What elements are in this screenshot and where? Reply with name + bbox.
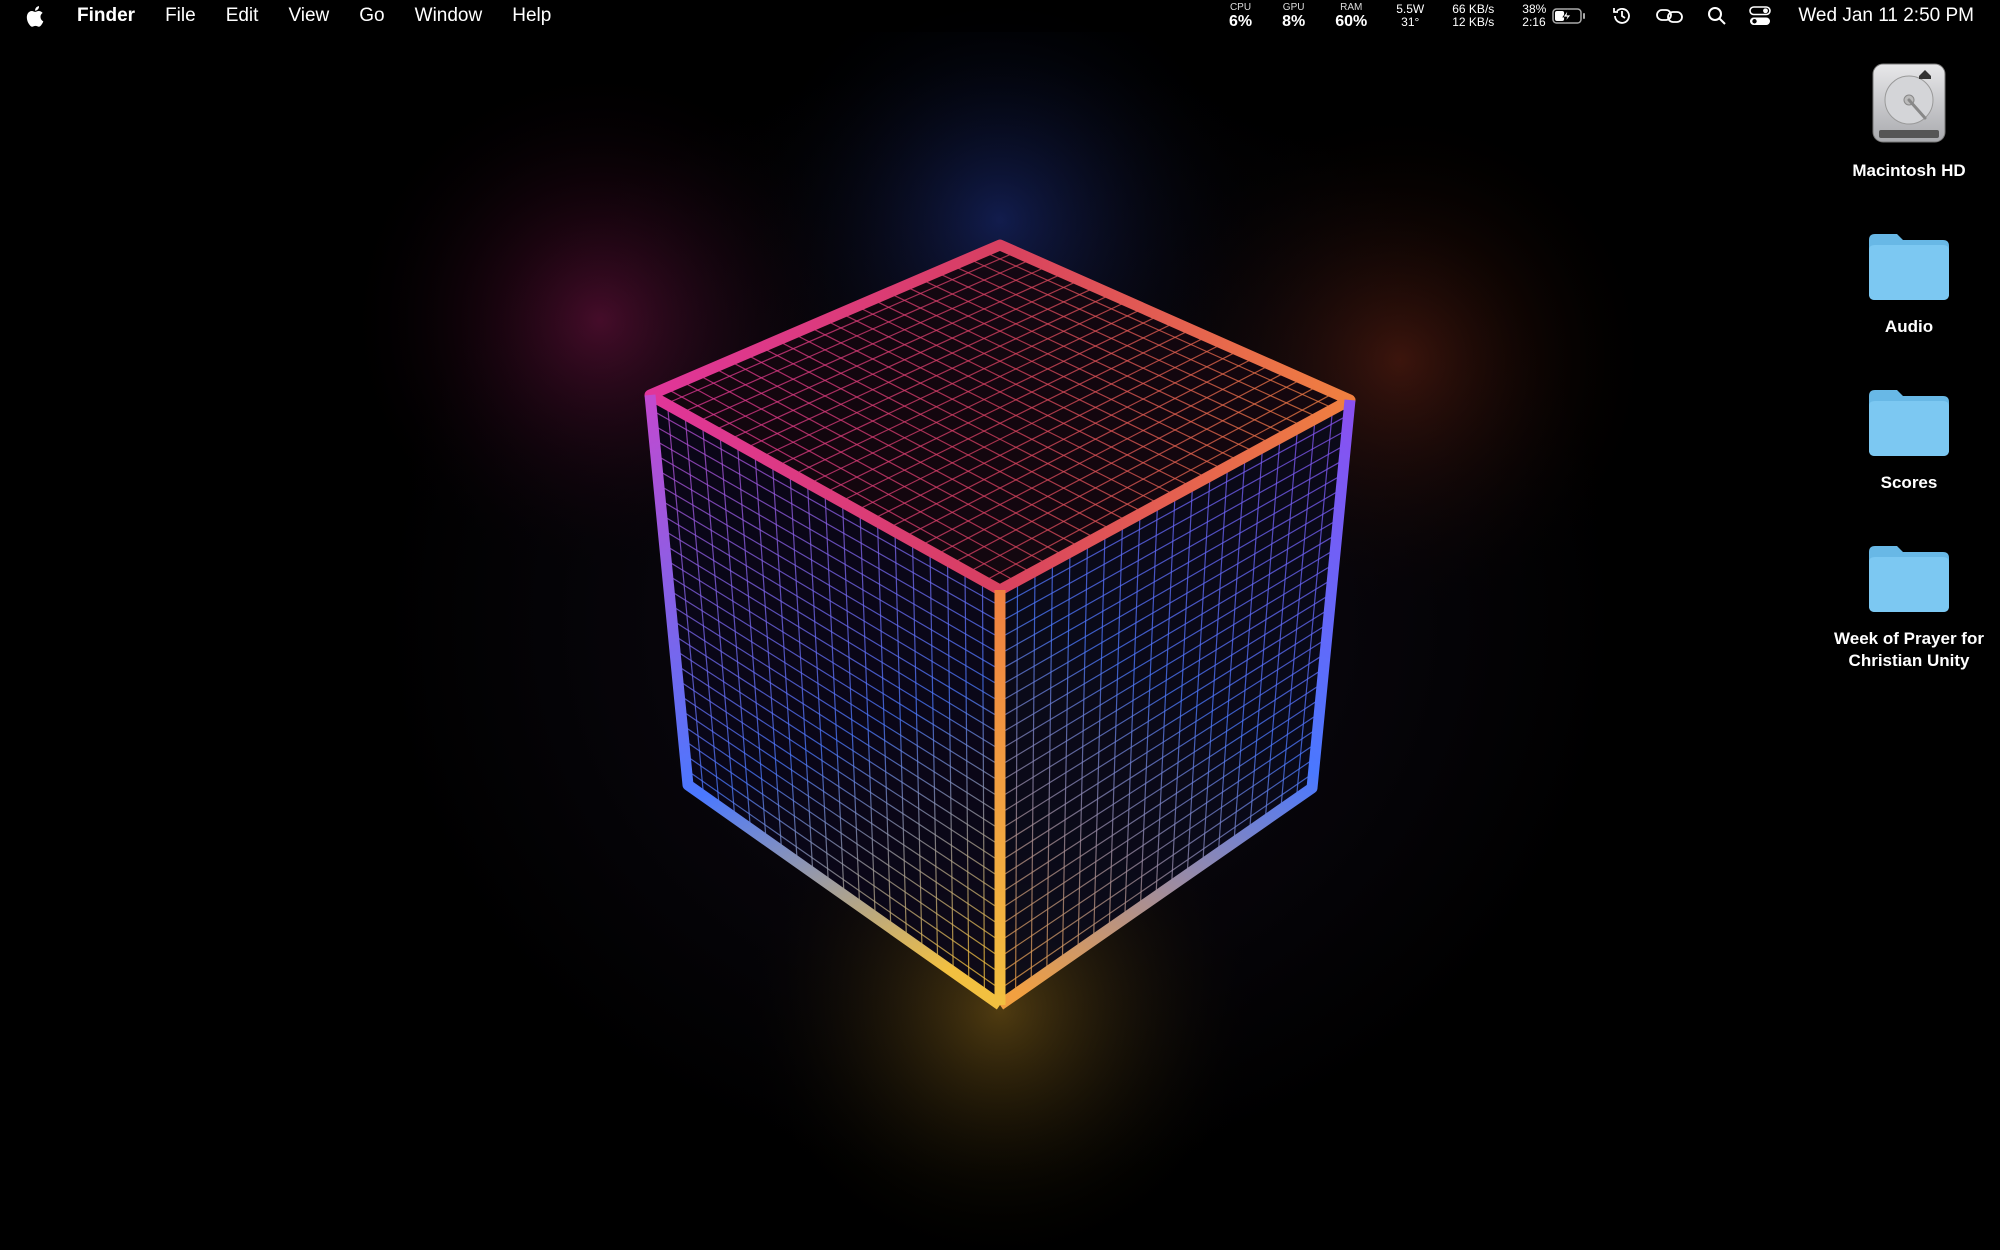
ram-value: 60% — [1335, 12, 1368, 30]
battery-charging-icon — [1552, 8, 1586, 24]
desktop: Finder File Edit View Go Window Help CPU… — [0, 0, 2000, 1250]
wallpaper-cube — [0, 0, 2000, 1250]
desktop-item-week-of-prayer[interactable]: Week of Prayer for Christian Unity — [1819, 514, 1999, 672]
folder-icon — [1869, 546, 1949, 612]
ram-stat[interactable]: RAM 60% — [1335, 1, 1368, 30]
battery-time: 2:16 — [1522, 15, 1546, 29]
menu-bar-left: Finder File Edit View Go Window Help — [0, 0, 566, 32]
network-up: 12 KB/s — [1452, 15, 1495, 29]
network-stat[interactable]: 66 KB/s 12 KB/s — [1452, 3, 1494, 28]
menu-go[interactable]: Go — [344, 0, 399, 32]
menu-bar-right: CPU 6% GPU 8% RAM 60% 5.5W 31° 66 KB/s 1… — [1214, 0, 2000, 32]
spotlight-search-icon[interactable] — [1707, 6, 1727, 26]
gpu-stat[interactable]: GPU 8% — [1282, 1, 1306, 30]
menu-window[interactable]: Window — [400, 0, 498, 32]
cpu-stat[interactable]: CPU 6% — [1228, 1, 1253, 30]
menu-view[interactable]: View — [273, 0, 344, 32]
desktop-item-audio[interactable]: Audio — [1819, 202, 1999, 338]
gpu-label: GPU — [1282, 1, 1305, 13]
desktop-item-label: Macintosh HD — [1852, 161, 1966, 180]
screen-mirroring-icon[interactable] — [1655, 5, 1685, 27]
menu-help[interactable]: Help — [497, 0, 566, 32]
menu-bar: Finder File Edit View Go Window Help CPU… — [0, 0, 2000, 32]
folder-icon — [1869, 234, 1949, 300]
desktop-item-label: Scores — [1880, 473, 1938, 492]
menu-app-name[interactable]: Finder — [71, 0, 150, 32]
control-center-icon[interactable] — [1749, 6, 1772, 26]
cpu-value: 6% — [1228, 12, 1253, 30]
folder-icon — [1869, 390, 1949, 456]
power-stat[interactable]: 5.5W 31° — [1396, 3, 1424, 28]
desktop-item-label: Week of Prayer for Christian Unity — [1834, 629, 1984, 671]
menu-bar-clock[interactable]: Wed Jan 11 2:50 PM — [1798, 5, 1974, 27]
gpu-value: 8% — [1282, 12, 1306, 30]
hard-drive-icon — [1872, 63, 1946, 143]
desktop-item-scores[interactable]: Scores — [1819, 358, 1999, 494]
desktop-item-macintosh-hd[interactable]: Macintosh HD — [1819, 46, 1999, 182]
menu-file[interactable]: File — [150, 0, 211, 32]
time-machine-icon[interactable] — [1611, 5, 1633, 27]
desktop-item-label: Audio — [1884, 317, 1934, 336]
battery-status[interactable]: 38% 2:16 — [1522, 3, 1586, 28]
menu-edit[interactable]: Edit — [211, 0, 274, 32]
cpu-label: CPU — [1229, 1, 1252, 13]
ram-label: RAM — [1340, 1, 1363, 13]
power-temp: 31° — [1401, 15, 1420, 29]
apple-logo-icon[interactable] — [25, 4, 49, 28]
